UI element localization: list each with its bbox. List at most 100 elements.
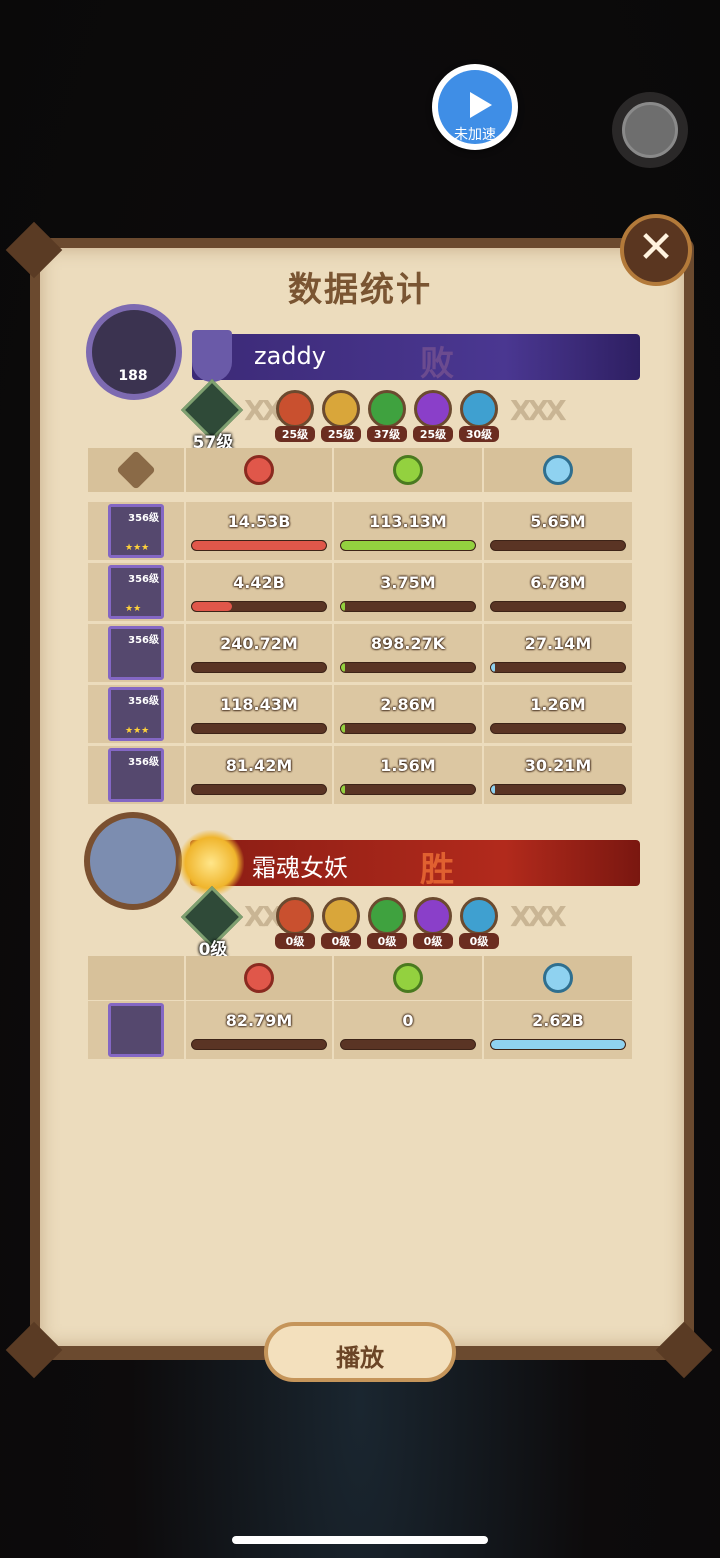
tank-value: 2.62B: [532, 1011, 584, 1030]
speed-toggle-button[interactable]: 未加速: [432, 64, 518, 150]
faction-level: 0级: [367, 933, 407, 949]
wilder-icon: [368, 897, 406, 935]
guild-shield-icon: [192, 330, 232, 382]
report-icon: [116, 450, 156, 490]
damage-bar: [191, 723, 327, 734]
hero-portrait[interactable]: 356级 ★★★: [108, 687, 164, 741]
heal-bar: [340, 723, 476, 734]
damage-bar: [191, 784, 327, 795]
hero-stars: ★★: [125, 604, 142, 614]
heal-icon: [393, 455, 423, 485]
hero-stat-row: 356级 ★★★ 118.43M 2.86M 1.26M: [88, 685, 632, 743]
decor-x-right: XXX: [510, 900, 567, 933]
close-icon: ✕: [637, 222, 675, 273]
tank-bar: [490, 723, 626, 734]
hero-stars: ★★★: [125, 543, 150, 553]
heal-bar-fill: [341, 724, 346, 733]
shield-icon: [543, 963, 573, 993]
play-button-label: 播放: [336, 1344, 384, 1372]
heal-bar-fill: [341, 602, 346, 611]
faction-level: 25级: [413, 426, 453, 442]
graveborn-icon: [414, 897, 452, 935]
hero-stat-row: 356级 81.42M 1.56M 30.21M: [88, 746, 632, 804]
heal-value: 1.56M: [380, 756, 436, 775]
heal-icon: [393, 963, 423, 993]
heal-bar-fill: [341, 785, 346, 794]
faction-level: 37级: [367, 426, 407, 442]
heal-bar: [340, 662, 476, 673]
player-avatar[interactable]: 188: [86, 304, 182, 400]
tank-value: 5.65M: [530, 512, 586, 531]
faction-level: 30级: [459, 426, 499, 442]
opponent-avatar[interactable]: [84, 812, 182, 910]
lightbearer-icon: [276, 897, 314, 935]
faction-level: 25级: [275, 426, 315, 442]
damage-value: 118.43M: [220, 695, 298, 714]
opponent-name: 霜魂女妖: [252, 854, 348, 882]
damage-value: 240.72M: [220, 634, 298, 653]
celestial-icon: [460, 897, 498, 935]
decor-x-right: XXX: [510, 394, 567, 427]
hero-level: 356级: [128, 757, 159, 768]
damage-value: 81.42M: [225, 756, 293, 775]
stats-header-2: [88, 956, 632, 1000]
faction-level: 0级: [321, 933, 361, 949]
tank-bar-fill: [491, 663, 496, 672]
tank-value: 1.26M: [530, 695, 586, 714]
damage-icon: [244, 963, 274, 993]
hero-stat-row: 82.79M 0 2.62B: [88, 1001, 632, 1059]
damage-value: 82.79M: [225, 1011, 293, 1030]
assistive-touch-button[interactable]: [612, 92, 688, 168]
opponent-banner-win: 霜魂女妖 胜: [178, 830, 640, 896]
decor-x-left: XX: [244, 900, 283, 933]
home-indicator[interactable]: [232, 1536, 488, 1544]
tank-bar-fill: [491, 785, 496, 794]
lightbearer-icon: [276, 390, 314, 428]
player-name: zaddy: [254, 342, 326, 370]
heal-bar: [340, 784, 476, 795]
damage-bar: [191, 601, 327, 612]
player-banner-loss: zaddy 败: [192, 330, 640, 384]
hero-portrait[interactable]: 356级: [108, 626, 164, 680]
damage-bar: [191, 662, 327, 673]
tank-bar: [490, 1039, 626, 1050]
heal-value: 113.13M: [369, 512, 447, 531]
damage-bar-fill: [192, 602, 233, 611]
tank-value: 30.21M: [524, 756, 592, 775]
heal-bar: [340, 1039, 476, 1050]
damage-value: 4.42B: [233, 573, 285, 592]
damage-bar-fill: [192, 541, 326, 550]
celestial-icon: [460, 390, 498, 428]
play-button[interactable]: 播放: [264, 1322, 456, 1382]
heal-bar: [340, 601, 476, 612]
hero-level: 356级: [128, 696, 159, 707]
faction-level: 0级: [459, 933, 499, 949]
speed-label: 未加速: [454, 127, 496, 143]
tank-bar: [490, 784, 626, 795]
heal-value: 898.27K: [370, 634, 446, 653]
mauler-icon: [322, 390, 360, 428]
hero-level: 356级: [128, 513, 159, 524]
hero-stat-row: 356级 ★★★ 14.53B 113.13M 5.65M: [88, 502, 632, 560]
hero-portrait[interactable]: [108, 1003, 164, 1057]
hero-stat-row: 356级 ★★ 4.42B 3.75M 6.78M: [88, 563, 632, 621]
hero-stat-row: 356级 240.72M 898.27K 27.14M: [88, 624, 632, 682]
hero-stars: ★★★: [125, 726, 150, 736]
heal-value: 0: [402, 1011, 414, 1030]
damage-bar: [191, 1039, 327, 1050]
hero-portrait[interactable]: 356级: [108, 748, 164, 802]
hero-portrait[interactable]: 356级 ★★: [108, 565, 164, 619]
result-win: 胜: [420, 850, 454, 890]
faction-level: 0级: [413, 933, 453, 949]
stats-header-1: [88, 448, 632, 492]
graveborn-icon: [414, 390, 452, 428]
tank-bar-fill: [491, 1040, 625, 1049]
player-level: 188: [118, 368, 148, 384]
tank-bar: [490, 662, 626, 673]
faction-level: 0级: [275, 933, 315, 949]
hero-portrait[interactable]: 356级 ★★★: [108, 504, 164, 558]
heal-value: 3.75M: [380, 573, 436, 592]
damage-bar: [191, 540, 327, 551]
tank-bar: [490, 540, 626, 551]
close-button[interactable]: ✕: [620, 214, 692, 286]
